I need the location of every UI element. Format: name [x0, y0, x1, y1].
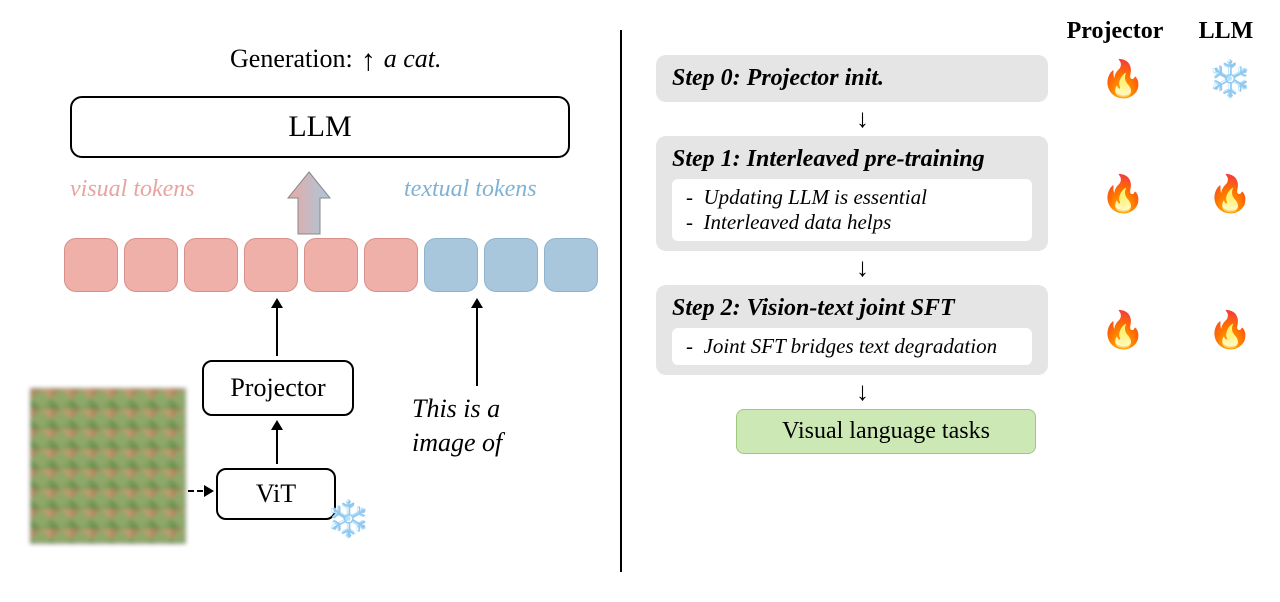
step-card-1: Step 1: Interleaved pre-training - Updat… — [656, 136, 1048, 251]
input-image — [30, 388, 186, 544]
visual-token — [124, 238, 178, 292]
step-bullet: - Joint SFT bridges text degradation — [686, 334, 1018, 359]
textual-tokens-label: textual tokens — [404, 176, 537, 203]
arrow-caption-to-tokens — [476, 300, 478, 386]
step-body: - Updating LLM is essential - Interleave… — [672, 179, 1032, 241]
step-title: Step 2: Vision-text joint SFT — [672, 295, 1032, 322]
training-steps-panel: Projector LLM Step 0: Projector init. 🔥 … — [620, 0, 1280, 602]
projector-label: Projector — [230, 373, 325, 403]
textual-token — [484, 238, 538, 292]
snowflake-icon: ❄️ — [1198, 58, 1262, 100]
final-output-box: Visual language tasks — [736, 409, 1036, 454]
token-row — [64, 238, 598, 292]
step-row-2: Step 2: Vision-text joint SFT - Joint SF… — [656, 285, 1262, 375]
visual-tokens-label: visual tokens — [70, 176, 195, 203]
header-projector: Projector — [1060, 18, 1170, 45]
vit-block: ViT — [216, 468, 336, 520]
down-arrow-icon: ↓ — [656, 379, 1262, 405]
arrow-projector-to-tokens — [276, 300, 278, 356]
visual-token — [244, 238, 298, 292]
arrow-vit-to-projector — [276, 422, 278, 464]
snowflake-icon: ❄️ — [326, 498, 371, 540]
header-llm: LLM — [1194, 18, 1258, 45]
fire-icon: 🔥 — [1198, 173, 1262, 215]
textual-token — [544, 238, 598, 292]
visual-token — [304, 238, 358, 292]
step-title: Step 0: Projector init. — [672, 65, 1032, 92]
caption-line-2: image of — [412, 428, 502, 457]
step-card-0: Step 0: Projector init. — [656, 55, 1048, 102]
visual-token — [364, 238, 418, 292]
step-card-2: Step 2: Vision-text joint SFT - Joint SF… — [656, 285, 1048, 375]
projector-block: Projector — [202, 360, 354, 416]
up-arrow-icon: ↑ — [361, 46, 376, 76]
llm-label: LLM — [288, 110, 351, 144]
step-title: Step 1: Interleaved pre-training — [672, 146, 1032, 173]
caption-line-1: This is a — [412, 394, 500, 423]
fire-icon: 🔥 — [1198, 309, 1262, 351]
generation-output: a cat. — [384, 44, 442, 74]
step-bullet: - Updating LLM is essential — [686, 185, 1018, 210]
fire-icon: 🔥 — [1068, 309, 1178, 351]
generation-line: Generation: ↑ a cat. — [230, 44, 442, 74]
step-bullet: - Interleaved data helps — [686, 210, 1018, 235]
fire-icon: 🔥 — [1068, 173, 1178, 215]
down-arrow-icon: ↓ — [656, 106, 1262, 132]
generation-label: Generation: — [230, 44, 353, 74]
down-arrow-icon: ↓ — [656, 255, 1262, 281]
final-label: Visual language tasks — [782, 418, 990, 444]
text-prompt: This is a image of — [412, 392, 502, 460]
step-row-1: Step 1: Interleaved pre-training - Updat… — [656, 136, 1262, 251]
fire-icon: 🔥 — [1068, 58, 1178, 100]
architecture-panel: Generation: ↑ a cat. LLM visual tokens t… — [0, 0, 620, 602]
column-headers: Projector LLM — [656, 18, 1262, 45]
vit-label: ViT — [256, 479, 296, 509]
llm-block: LLM — [70, 96, 570, 158]
arrow-image-to-vit — [188, 490, 212, 492]
up-block-arrow-icon — [284, 170, 334, 238]
visual-token — [64, 238, 118, 292]
step-body: - Joint SFT bridges text degradation — [672, 328, 1032, 365]
visual-token — [184, 238, 238, 292]
textual-token — [424, 238, 478, 292]
step-row-0: Step 0: Projector init. 🔥 ❄️ — [656, 55, 1262, 102]
